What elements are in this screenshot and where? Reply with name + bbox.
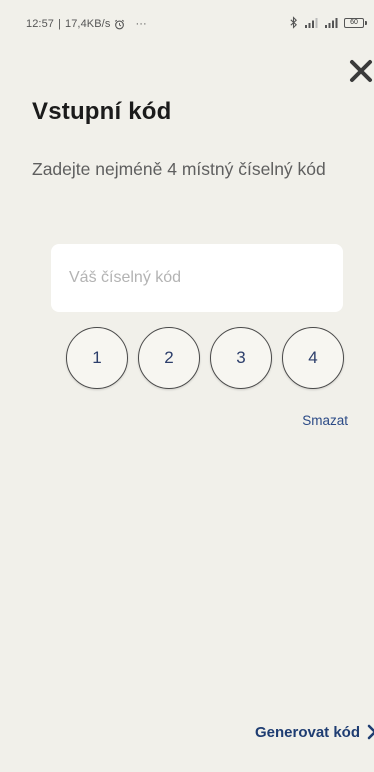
- page-subtitle: Zadejte nejméně 4 místný číselný kód: [32, 159, 326, 179]
- close-icon: [350, 60, 372, 82]
- status-right: 60: [289, 16, 367, 29]
- alarm-clock-icon: [115, 19, 125, 29]
- status-bar: 12:57 | 17,4KB/s ··· 60: [0, 0, 374, 40]
- code-input-container[interactable]: [51, 244, 343, 312]
- status-net-speed: 17,4KB/s: [65, 18, 111, 30]
- digit-indicators: 1 2 3 4: [66, 327, 346, 395]
- close-button[interactable]: [348, 58, 374, 84]
- code-input[interactable]: [67, 268, 331, 288]
- digit-label: 1: [92, 348, 102, 367]
- delete-button[interactable]: Smazat: [302, 413, 348, 428]
- generate-code-button[interactable]: Generovat kód: [255, 723, 374, 741]
- digit-1[interactable]: 1: [66, 327, 128, 389]
- page-title: Vstupní kód: [32, 98, 172, 125]
- battery-icon: 60: [344, 17, 367, 28]
- digit-label: 3: [236, 348, 246, 367]
- mobile-data-signal-icon: [325, 18, 338, 28]
- chevron-right-icon: [367, 724, 374, 740]
- signal-strength-icon: [305, 18, 318, 28]
- status-left: 12:57 | 17,4KB/s ···: [26, 18, 147, 30]
- status-more: ···: [135, 18, 147, 30]
- digit-4[interactable]: 4: [282, 327, 344, 389]
- status-time: 12:57: [26, 18, 55, 30]
- digit-label: 4: [308, 348, 318, 367]
- digit-3[interactable]: 3: [210, 327, 272, 389]
- digit-label: 2: [164, 348, 174, 367]
- bluetooth-icon: [290, 16, 297, 29]
- battery-level: 60: [350, 18, 358, 26]
- status-separator: |: [58, 18, 61, 30]
- digit-2[interactable]: 2: [138, 327, 200, 389]
- generate-code-label: Generovat kód: [254, 723, 360, 741]
